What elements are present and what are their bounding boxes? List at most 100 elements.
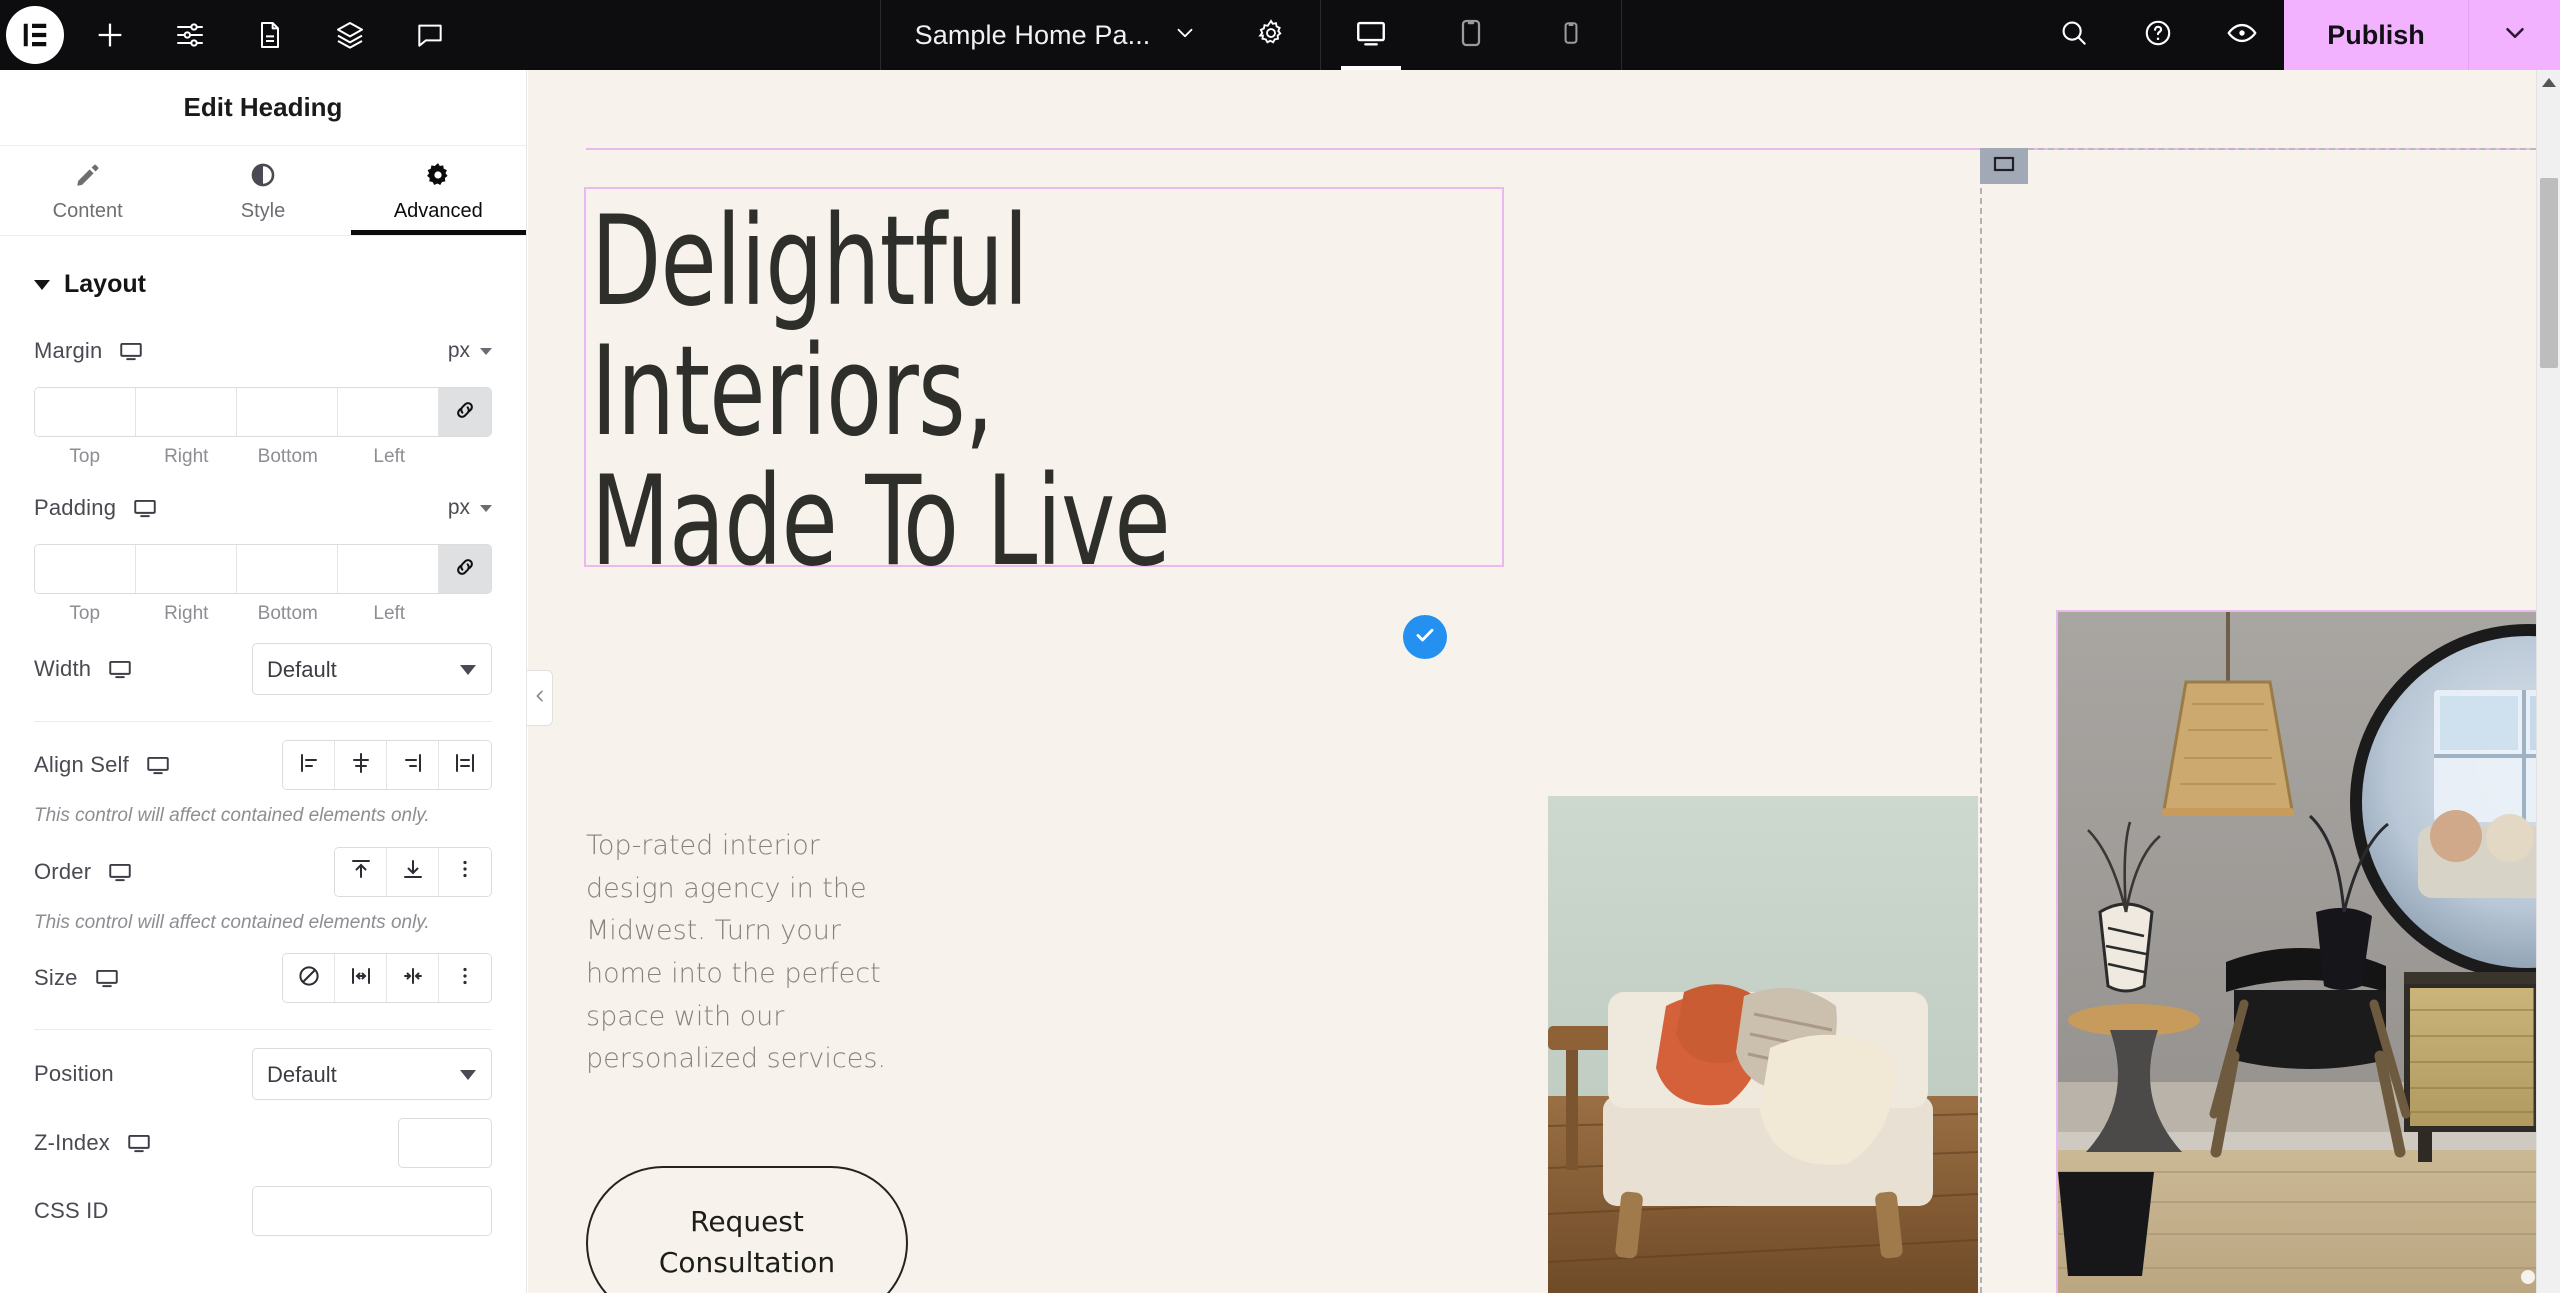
scrollbar-up-button[interactable]	[2537, 70, 2560, 94]
no-entry-icon	[297, 964, 321, 993]
gear-icon	[424, 159, 452, 191]
page-title-area[interactable]: Sample Home Pa...	[881, 0, 1321, 70]
margin-unit-selector[interactable]: px	[448, 339, 492, 363]
align-self-start-button[interactable]	[283, 741, 335, 789]
align-end-icon	[401, 751, 425, 780]
help-button[interactable]	[2116, 0, 2200, 70]
padding-top-input[interactable]	[35, 545, 135, 593]
padding-link-values-button[interactable]	[439, 545, 491, 593]
margin-left-input[interactable]	[338, 388, 438, 436]
desktop-icon[interactable]	[94, 965, 120, 991]
room-image-canvas	[2058, 612, 2536, 1293]
panel-collapse-button[interactable]	[527, 670, 553, 726]
ellipsis-vertical-icon	[453, 964, 477, 993]
padding-bottom-input[interactable]	[237, 545, 337, 593]
device-mobile-button[interactable]	[1521, 0, 1621, 70]
width-select[interactable]: Default	[252, 643, 492, 695]
device-desktop-button[interactable]	[1321, 0, 1421, 70]
expand-horizontal-icon	[349, 964, 373, 993]
layout-section-title: Layout	[64, 270, 146, 298]
ellipsis-vertical-icon	[453, 857, 477, 886]
triangle-up-icon	[2541, 77, 2556, 87]
cta-label: Request Consultation	[658, 1205, 836, 1279]
half-circle-icon	[249, 159, 277, 191]
editor-canvas[interactable]: Delightful Interiors, Made To Live Top-r…	[528, 70, 2536, 1293]
desktop-icon[interactable]	[107, 859, 133, 885]
padding-sublabel-bottom: Bottom	[257, 603, 318, 624]
size-grow-button[interactable]	[335, 954, 387, 1003]
tab-advanced[interactable]: Advanced	[350, 146, 526, 235]
padding-unit-selector[interactable]: px	[448, 496, 492, 520]
margin-unit-value: px	[447, 339, 470, 362]
notes-button[interactable]	[390, 0, 470, 70]
widget-selected-badge[interactable]	[1403, 615, 1447, 659]
order-hint: This control will affect contained eleme…	[34, 911, 430, 933]
order-end-button[interactable]	[387, 847, 439, 896]
layers-icon	[334, 19, 366, 51]
add-element-button[interactable]	[70, 0, 150, 70]
publish-button[interactable]: Publish	[2284, 0, 2468, 70]
scrollbar-thumb[interactable]	[2540, 178, 2558, 368]
sofa-interior-image[interactable]	[1548, 796, 1978, 1293]
align-self-stretch-button[interactable]	[439, 741, 491, 789]
align-self-center-button[interactable]	[335, 741, 387, 789]
desktop-icon[interactable]	[126, 1130, 152, 1156]
tab-content[interactable]: Content	[0, 146, 175, 235]
heading-widget[interactable]: Delightful Interiors, Made To Live	[584, 187, 1504, 587]
room-interior-image[interactable]	[2056, 610, 2536, 1293]
collapse-horizontal-icon	[401, 964, 425, 993]
order-custom-button[interactable]	[439, 847, 491, 896]
padding-left-input[interactable]	[338, 545, 438, 593]
desktop-icon[interactable]	[118, 338, 144, 364]
layout-section-header[interactable]: Layout	[34, 262, 492, 311]
tab-style[interactable]: Style	[175, 146, 350, 235]
desktop-icon[interactable]	[107, 656, 133, 682]
margin-right-input[interactable]	[136, 388, 236, 436]
z-index-input[interactable]	[398, 1118, 492, 1169]
align-start-icon	[297, 751, 321, 780]
chevron-down-icon	[480, 504, 492, 512]
order-start-button[interactable]	[335, 847, 387, 896]
canvas-content: Delightful Interiors, Made To Live Top-r…	[528, 70, 2536, 1293]
padding-sublabel-left: Left	[373, 603, 406, 624]
position-label: Position	[34, 1061, 114, 1087]
document-settings-button[interactable]	[1256, 18, 1286, 53]
position-control: Position Default	[34, 1030, 492, 1101]
container-handle[interactable]	[1980, 148, 2028, 184]
editor-sidebar: Edit Heading Content Style Advanced Layo…	[0, 70, 527, 1293]
align-self-end-button[interactable]	[387, 741, 439, 789]
size-none-button[interactable]	[283, 954, 335, 1003]
size-custom-button[interactable]	[439, 954, 491, 1003]
link-icon	[452, 397, 478, 428]
elementor-logo-button[interactable]	[0, 0, 70, 70]
margin-top-input[interactable]	[35, 388, 135, 436]
padding-sublabel-right: Right	[164, 603, 209, 624]
desktop-icon[interactable]	[145, 752, 171, 778]
page-settings-button[interactable]	[230, 0, 310, 70]
padding-control: Padding px Top Right Bottom Left	[34, 468, 492, 625]
margin-link-values-button[interactable]	[439, 388, 491, 436]
chevron-down-icon	[2500, 18, 2530, 53]
desktop-icon[interactable]	[132, 495, 158, 521]
margin-bottom-input[interactable]	[237, 388, 337, 436]
order-control: Order This control will affect contained…	[34, 829, 492, 936]
preview-button[interactable]	[2200, 0, 2284, 70]
search-button[interactable]	[2032, 0, 2116, 70]
padding-right-input[interactable]	[136, 545, 236, 593]
structure-button[interactable]	[310, 0, 390, 70]
canvas-scrollbar[interactable]	[2536, 70, 2560, 1293]
eye-icon	[2225, 16, 2259, 55]
padding-sublabels: Top Right Bottom Left	[34, 603, 492, 625]
device-tablet-button[interactable]	[1421, 0, 1521, 70]
chevron-down-icon[interactable]	[1172, 20, 1198, 51]
carousel-indicator-dot[interactable]	[2521, 1270, 2535, 1284]
site-settings-button[interactable]	[150, 0, 230, 70]
size-shrink-button[interactable]	[387, 954, 439, 1003]
css-id-input[interactable]	[253, 1187, 491, 1236]
position-select[interactable]: Default	[252, 1048, 492, 1101]
margin-sublabel-top: Top	[69, 446, 101, 467]
request-consultation-button[interactable]: Request Consultation	[586, 1166, 908, 1293]
layout-section: Layout Margin px Top Right Bottom Left P…	[0, 236, 526, 1237]
gear-icon	[1256, 18, 1286, 53]
publish-options-button[interactable]	[2468, 0, 2560, 70]
